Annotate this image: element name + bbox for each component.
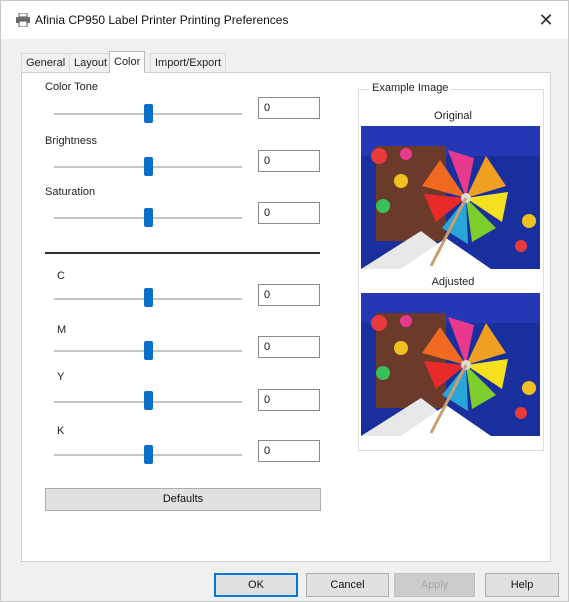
saturation-slider-thumb[interactable] — [144, 208, 153, 227]
defaults-button[interactable]: Defaults — [45, 488, 321, 511]
tab-general[interactable]: General — [21, 53, 71, 71]
m-value-field[interactable]: 0 — [258, 336, 320, 358]
slider-label-m: M — [57, 324, 67, 336]
tab-layout[interactable]: Layout — [69, 53, 113, 71]
close-button[interactable]: ✕ — [524, 1, 568, 39]
title-bar[interactable]: Afinia CP950 Label Printer Printing Pref… — [1, 1, 568, 39]
slider-label-saturation: Saturation — [45, 186, 96, 198]
k-value-field[interactable]: 0 — [258, 440, 320, 462]
separator-line — [45, 252, 320, 254]
slider-label-c: C — [57, 270, 65, 282]
slider-label-y: Y — [57, 371, 65, 383]
slider-label-color-tone: Color Tone — [45, 81, 98, 93]
adjusted-caption: Adjusted — [431, 276, 475, 288]
brightness-slider-thumb[interactable] — [144, 157, 153, 176]
apply-button[interactable]: Apply — [394, 573, 475, 597]
color-tone-slider-thumb[interactable] — [144, 104, 153, 123]
original-image — [361, 126, 540, 269]
printing-preferences-window: Afinia CP950 Label Printer Printing Pref… — [0, 0, 569, 602]
example-image-group: Example Image Original Adjusted — [358, 82, 544, 451]
color-tone-value-field[interactable]: 0 — [258, 97, 320, 119]
y-slider-thumb[interactable] — [144, 391, 153, 410]
m-slider-thumb[interactable] — [144, 341, 153, 360]
printer-icon — [16, 13, 30, 27]
slider-label-brightness: Brightness — [45, 135, 97, 147]
brightness-value-field[interactable]: 0 — [258, 150, 320, 172]
tab-import-export[interactable]: Import/Export — [150, 53, 227, 71]
adjusted-image — [361, 293, 540, 436]
cancel-button[interactable]: Cancel — [306, 573, 389, 597]
color-tab-page: Color Tone 0 Brightness 0 Saturation 0 C… — [21, 72, 551, 562]
help-button[interactable]: Help — [485, 573, 559, 597]
c-slider-thumb[interactable] — [144, 288, 153, 307]
y-value-field[interactable]: 0 — [258, 389, 320, 411]
c-value-field[interactable]: 0 — [258, 284, 320, 306]
close-icon: ✕ — [538, 9, 554, 30]
k-slider-thumb[interactable] — [144, 445, 153, 464]
tab-color[interactable]: Color — [109, 51, 146, 73]
slider-label-k: K — [57, 425, 65, 437]
saturation-value-field[interactable]: 0 — [258, 202, 320, 224]
example-image-title: Example Image — [369, 82, 452, 94]
original-caption: Original — [434, 110, 472, 122]
window-title: Afinia CP950 Label Printer Printing Pref… — [35, 13, 289, 27]
ok-button[interactable]: OK — [214, 573, 298, 597]
